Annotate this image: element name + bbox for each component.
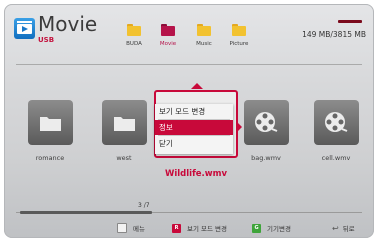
tab-label: Movie: [159, 41, 177, 47]
menu-item-info[interactable]: 정보: [155, 120, 233, 135]
storage-bar: [338, 20, 362, 23]
folder-icon: [40, 114, 61, 131]
menu-item-close[interactable]: 닫기: [155, 136, 233, 151]
file-label: west: [116, 154, 132, 162]
page-title: Movie: [38, 12, 98, 36]
tab-label: Music: [196, 41, 212, 47]
green-key-icon: G: [252, 223, 261, 233]
film-reel-icon: [324, 111, 348, 132]
view-mode-button[interactable]: R 보기 모드 변경: [172, 223, 227, 233]
tab-picture[interactable]: Picture: [225, 24, 253, 47]
change-device-button[interactable]: G 기기변경: [252, 223, 291, 233]
menu-button[interactable]: 메뉴: [117, 223, 145, 233]
menu-button-label: 메뉴: [133, 225, 145, 233]
arrow-right-icon: [237, 122, 242, 132]
back-button[interactable]: ↩ 뒤로: [332, 223, 355, 234]
back-label: 뒤로: [342, 225, 355, 233]
folder-icon: [197, 24, 211, 36]
divider: [16, 64, 362, 65]
file-tile-west[interactable]: [102, 100, 147, 145]
film-reel-icon: [254, 111, 278, 132]
red-key-icon: R: [172, 223, 181, 233]
back-icon: ↩: [332, 223, 339, 233]
movie-app-icon: [14, 18, 35, 39]
folder-icon: [114, 114, 135, 131]
folder-icon: [161, 24, 175, 36]
context-menu: 보기 모드 변경 정보 닫기: [155, 104, 233, 154]
menu-key-icon: [117, 223, 127, 233]
menu-item-view-mode[interactable]: 보기 모드 변경: [155, 104, 233, 119]
folder-icon: [127, 24, 141, 36]
movie-browser-screen: Movie USB BUDA Movie Music Picture 149 M…: [4, 4, 374, 238]
folder-icon: [232, 24, 246, 36]
file-label: cell.wmv: [321, 154, 351, 162]
file-label: romance: [35, 154, 65, 162]
view-mode-label: 보기 모드 변경: [187, 225, 228, 233]
arrow-up-icon: [191, 83, 203, 89]
scrollbar-thumb[interactable]: [20, 211, 152, 214]
tab-buda[interactable]: BUDA: [120, 24, 148, 47]
device-label: USB: [38, 36, 55, 44]
tab-music[interactable]: Music: [190, 24, 218, 47]
tab-movie[interactable]: Movie: [154, 24, 182, 47]
file-label: bag.wmv: [251, 154, 281, 162]
tab-label: Picture: [229, 41, 249, 47]
page-indicator: 3 /7: [138, 202, 150, 209]
selected-file-label: Wildlife.wmv: [164, 169, 228, 179]
storage-usage: 149 MB/3815 MB: [302, 30, 366, 39]
file-tile-romance[interactable]: [28, 100, 73, 145]
tab-label: BUDA: [126, 41, 142, 47]
file-tile-cell[interactable]: [314, 100, 359, 145]
change-device-label: 기기변경: [267, 225, 291, 233]
file-tile-bag[interactable]: [244, 100, 289, 145]
